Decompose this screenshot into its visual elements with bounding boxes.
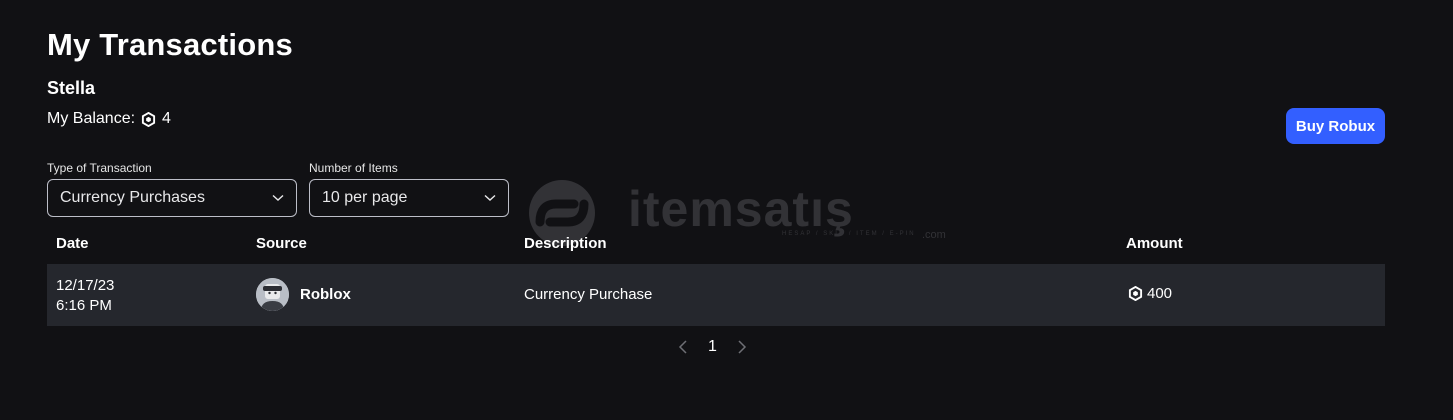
row-date: 12/17/23 bbox=[56, 277, 115, 294]
source-name[interactable]: Roblox bbox=[300, 286, 351, 303]
chevron-left-icon[interactable] bbox=[678, 339, 688, 355]
description-cell: Currency Purchase bbox=[524, 286, 653, 303]
roblox-avatar-icon bbox=[256, 278, 289, 311]
robux-icon bbox=[1128, 286, 1143, 301]
transaction-type-select[interactable]: Currency Purchases bbox=[47, 179, 297, 217]
pagination: 1 bbox=[678, 338, 747, 356]
items-per-page-label: Number of Items bbox=[309, 161, 398, 175]
date-cell: 12/17/23 6:16 PM bbox=[56, 276, 114, 316]
items-per-page-value: 10 per page bbox=[322, 189, 408, 206]
avatar[interactable] bbox=[256, 278, 289, 311]
username: Stella bbox=[47, 78, 96, 98]
chevron-down-icon bbox=[484, 194, 496, 201]
column-header-amount: Amount bbox=[1126, 235, 1183, 252]
current-page[interactable]: 1 bbox=[708, 338, 717, 356]
amount-value: 400 bbox=[1147, 285, 1173, 302]
buy-robux-button[interactable]: Buy Robux bbox=[1286, 108, 1385, 144]
transaction-type-value: Currency Purchases bbox=[60, 189, 205, 206]
transaction-type-label: Type of Transaction bbox=[47, 161, 152, 175]
column-header-source: Source bbox=[256, 235, 307, 252]
items-per-page-select[interactable]: 10 per page bbox=[309, 179, 509, 217]
chevron-down-icon bbox=[272, 194, 284, 201]
row-time: 6:16 PM bbox=[56, 297, 112, 314]
balance-value: 4 bbox=[162, 110, 171, 127]
column-header-date: Date bbox=[56, 235, 89, 252]
balance: My Balance: 4 bbox=[47, 110, 171, 128]
chevron-right-icon[interactable] bbox=[737, 339, 747, 355]
amount-cell: 400 bbox=[1128, 285, 1172, 302]
watermark-text: itemsatış bbox=[628, 181, 854, 237]
watermark-subtext: HESAP / SKIN / ITEM / E-PIN bbox=[782, 231, 916, 237]
page-title: My Transactions bbox=[47, 27, 293, 62]
robux-icon bbox=[141, 111, 156, 127]
table-row: 12/17/23 6:16 PM Roblox Currency Purchas… bbox=[47, 264, 1385, 326]
column-header-description: Description bbox=[524, 235, 607, 252]
watermark-domain: .com bbox=[922, 229, 946, 241]
balance-label: My Balance: bbox=[47, 110, 136, 127]
